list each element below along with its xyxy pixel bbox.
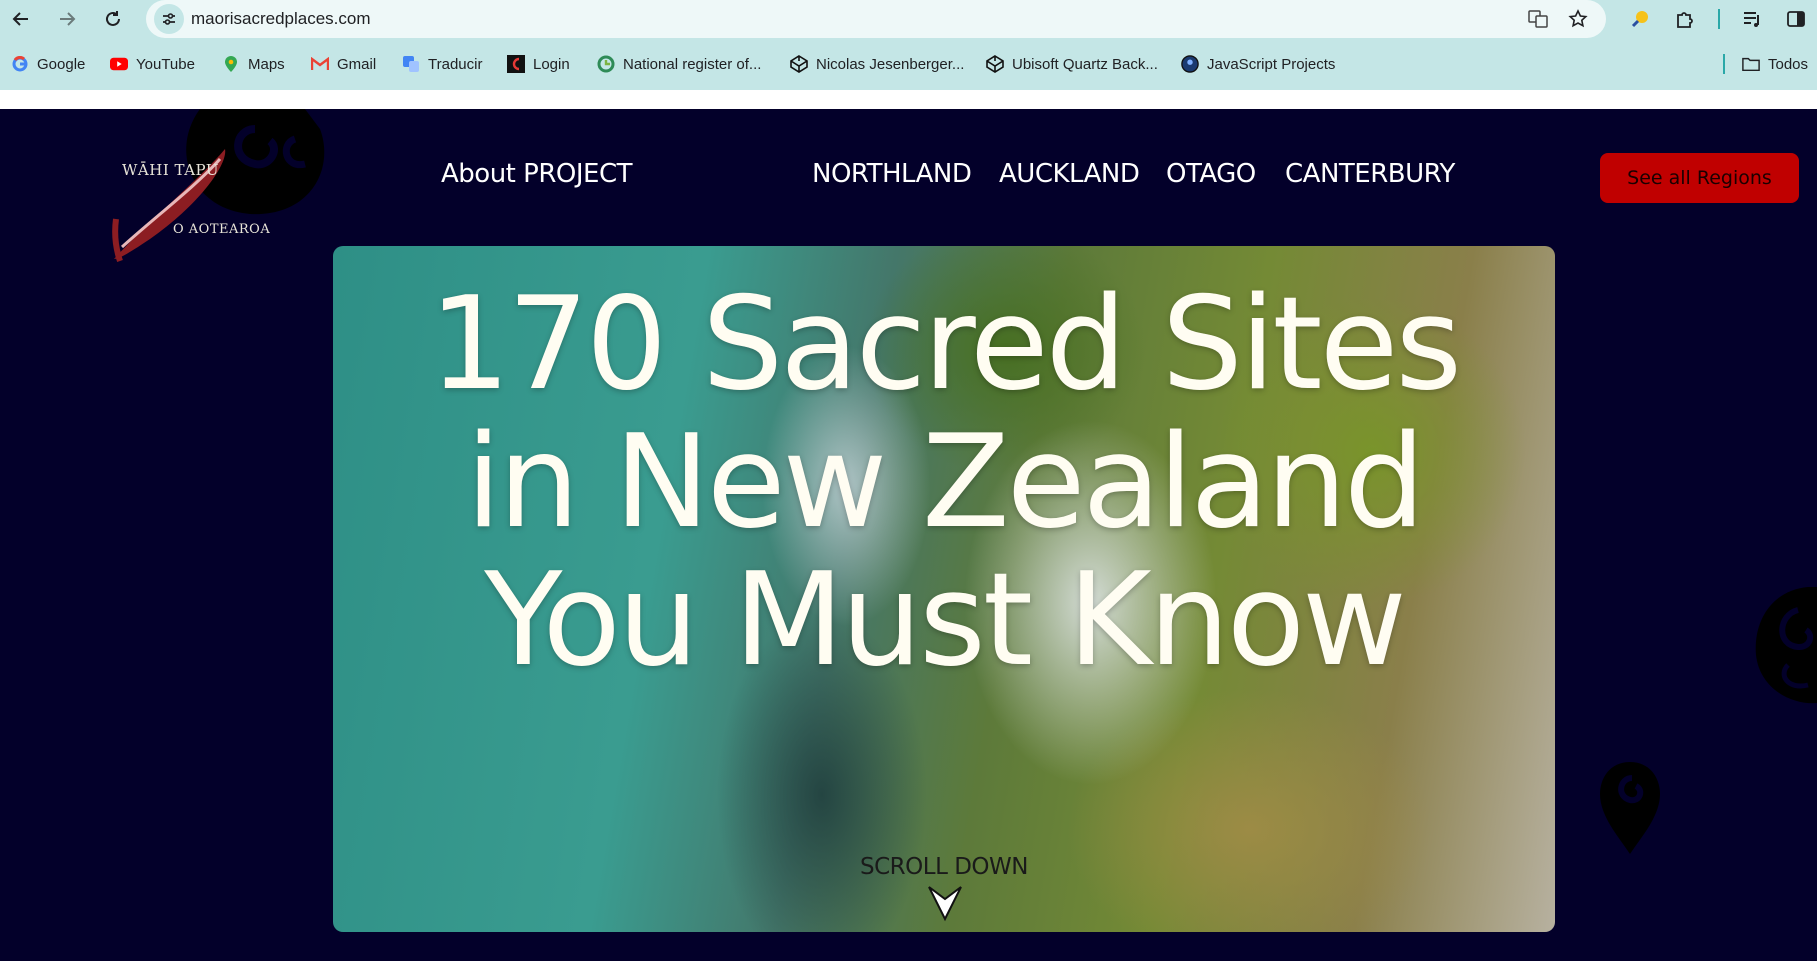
reading-list-icon[interactable] xyxy=(1737,4,1767,34)
hero-title-line: You Must Know xyxy=(484,546,1407,695)
page-top-strip xyxy=(0,90,1817,109)
bookmark-nicolas-jesenberger[interactable]: Nicolas Jesenberger... xyxy=(790,52,964,76)
koru-decoration-icon xyxy=(1755,587,1817,704)
nav-auckland[interactable]: AUCKLAND xyxy=(999,159,1140,189)
toolbar-divider xyxy=(1718,9,1720,29)
bookmark-youtube[interactable]: YouTube xyxy=(110,52,195,76)
arrow-right-icon xyxy=(60,12,76,26)
bookmark-star-icon[interactable] xyxy=(1564,5,1592,33)
nav-northland[interactable]: NORTHLAND xyxy=(812,159,972,189)
bookmark-maps[interactable]: Maps xyxy=(222,52,285,76)
arrow-left-icon xyxy=(12,12,28,26)
side-panel-icon[interactable] xyxy=(1781,4,1811,34)
scroll-down-label[interactable]: SCROLL DOWN xyxy=(333,854,1555,880)
login-icon xyxy=(507,55,525,73)
nav-about-project[interactable]: About PROJECT xyxy=(441,159,632,189)
koru-location-pin-icon[interactable] xyxy=(1598,760,1662,856)
logo-text-wahi-tapu: WĀHI TAPU xyxy=(122,161,220,179)
extension-search-icon[interactable] xyxy=(1626,4,1656,34)
bookmark-google[interactable]: Google xyxy=(11,52,85,76)
google-icon xyxy=(11,55,29,73)
browser-toolbar: maorisacredplaces.com xyxy=(0,0,1817,38)
site-info-icon[interactable] xyxy=(154,4,184,34)
nav-otago[interactable]: OTAGO xyxy=(1166,159,1256,189)
bookmarks-divider xyxy=(1723,54,1725,74)
logo-text-aotearoa: O AOTEAROA xyxy=(173,222,271,237)
hero-video: 170 Sacred Sites in New Zealand You Must… xyxy=(333,246,1555,932)
codepen-icon xyxy=(986,55,1004,73)
bookmark-login[interactable]: Login xyxy=(507,52,570,76)
address-bar[interactable]: maorisacredplaces.com xyxy=(146,0,1606,38)
chevron-down-icon[interactable] xyxy=(927,883,963,923)
see-all-regions-button[interactable]: See all Regions xyxy=(1600,153,1799,203)
bookmark-ubisoft-quartz[interactable]: Ubisoft Quartz Back... xyxy=(986,52,1158,76)
website-viewport: WĀHI TAPU O AOTEAROA About PROJECT NORTH… xyxy=(0,109,1817,961)
hero-title-line: 170 Sacred Sites xyxy=(429,270,1462,419)
codepen-icon xyxy=(790,55,808,73)
back-button[interactable] xyxy=(6,4,36,34)
extensions-puzzle-icon[interactable] xyxy=(1670,4,1700,34)
koru-logo-icon xyxy=(112,109,325,262)
maps-icon xyxy=(222,55,240,73)
avatar-icon xyxy=(1181,55,1199,73)
bookmark-national-register[interactable]: National register of... xyxy=(597,52,761,76)
translate-page-icon[interactable] xyxy=(1524,5,1552,33)
site-logo[interactable]: WĀHI TAPU O AOTEAROA xyxy=(110,109,340,269)
hero-title-line: in New Zealand xyxy=(465,408,1426,557)
youtube-icon xyxy=(110,55,128,73)
folder-icon xyxy=(1742,55,1760,73)
translate-icon xyxy=(402,55,420,73)
url-text[interactable]: maorisacredplaces.com xyxy=(191,9,371,29)
bookmark-gmail[interactable]: Gmail xyxy=(311,52,376,76)
register-icon xyxy=(597,55,615,73)
nav-canterbury[interactable]: CANTERBURY xyxy=(1285,159,1455,189)
bookmarks-bar: Google YouTube Maps Gmail Traducir Login… xyxy=(0,38,1817,90)
hero-title: 170 Sacred Sites in New Zealand You Must… xyxy=(333,276,1555,690)
all-bookmarks-folder[interactable]: Todos xyxy=(1742,52,1808,76)
bookmark-traducir[interactable]: Traducir xyxy=(402,52,482,76)
reload-button[interactable] xyxy=(98,4,128,34)
bookmark-javascript-projects[interactable]: JavaScript Projects xyxy=(1181,52,1335,76)
reload-icon xyxy=(106,11,120,26)
gmail-icon xyxy=(311,55,329,73)
forward-button[interactable] xyxy=(52,4,82,34)
